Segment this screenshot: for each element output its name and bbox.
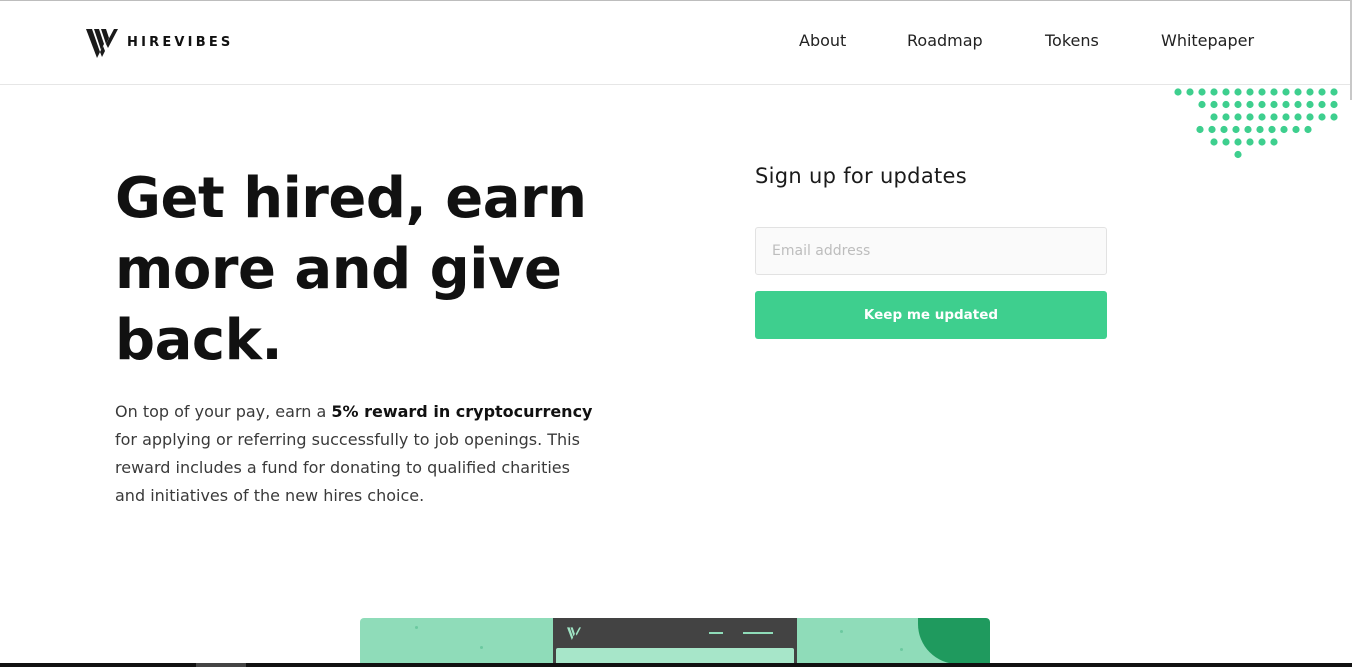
decorative-dot [1270, 113, 1278, 121]
taskbar-item [196, 663, 246, 667]
decorative-dot [1258, 100, 1266, 109]
decorative-dot [1174, 88, 1182, 96]
preview-nav-bar [709, 632, 723, 634]
decorative-dot [1330, 88, 1338, 96]
decorative-dot [1294, 88, 1302, 96]
decorative-dot [1270, 100, 1278, 109]
decorative-dot [1210, 100, 1218, 109]
decorative-dot [1198, 100, 1206, 109]
nav-whitepaper-link[interactable]: Whitepaper [1161, 31, 1254, 50]
decorative-dot [1270, 138, 1278, 146]
preview-green-blob [918, 618, 990, 664]
decorative-dot [1292, 125, 1300, 134]
decorative-dot [1234, 113, 1242, 121]
decorative-dot [1232, 125, 1240, 134]
decorative-dot [1244, 125, 1252, 134]
nav-tokens-link[interactable]: Tokens [1045, 31, 1099, 50]
preview-nav-bar [743, 632, 773, 634]
decorative-dot [1318, 100, 1326, 109]
hero-description: On top of your pay, earn a 5% reward in … [115, 398, 595, 510]
decorative-dot [1256, 125, 1264, 134]
preview-sparkle [900, 648, 903, 651]
decorative-dot [1306, 113, 1314, 121]
hero-title: Get hired, earn more and give back. [115, 166, 587, 373]
hero-description-intro: On top of your pay, earn a [115, 402, 332, 421]
decorative-dot [1210, 138, 1218, 146]
decorative-dot [1258, 88, 1266, 96]
signup-title: Sign up for updates [755, 164, 967, 188]
decorative-dot [1318, 113, 1326, 121]
decorative-dot [1306, 88, 1314, 96]
decorative-dot [1246, 138, 1254, 146]
decorative-dot [1186, 88, 1194, 96]
decorative-dot [1330, 100, 1338, 109]
site-header: HIREVIBES About Roadmap Tokens Whitepape… [0, 1, 1352, 85]
decorative-dot [1234, 150, 1242, 159]
app-preview-image [360, 618, 990, 664]
decorative-dot [1234, 88, 1242, 96]
decorative-dot [1210, 88, 1218, 96]
page: HIREVIBES About Roadmap Tokens Whitepape… [0, 0, 1352, 667]
decorative-dot [1246, 113, 1254, 121]
decorative-dot [1222, 113, 1230, 121]
keep-me-updated-button[interactable]: Keep me updated [755, 291, 1107, 339]
decorative-dot [1246, 88, 1254, 96]
decorative-dot [1234, 138, 1242, 146]
decorative-dot [1210, 113, 1218, 121]
preview-content-area [556, 648, 794, 664]
decorative-dot [1294, 100, 1302, 109]
decorative-dot [1282, 88, 1290, 96]
decorative-dot [1246, 100, 1254, 109]
preview-logo-icon [567, 627, 581, 640]
decorative-dot [1280, 125, 1288, 134]
decorative-dot [1222, 100, 1230, 109]
preview-sparkle [840, 630, 843, 633]
preview-sparkle [415, 626, 418, 629]
decorative-dot [1282, 113, 1290, 121]
preview-sparkle [480, 646, 483, 649]
decorative-dot [1196, 125, 1204, 134]
decorative-dot-pattern [1174, 88, 1338, 159]
decorative-dot [1208, 125, 1216, 134]
decorative-dot [1222, 138, 1230, 146]
main-nav: About Roadmap Tokens Whitepaper [0, 31, 1352, 55]
decorative-dot [1282, 100, 1290, 109]
nav-about-link[interactable]: About [799, 31, 846, 50]
decorative-dot [1258, 113, 1266, 121]
nav-roadmap-link[interactable]: Roadmap [907, 31, 983, 50]
decorative-dot [1270, 88, 1278, 96]
hero-description-rest: for applying or referring successfully t… [115, 430, 580, 505]
preview-app-window [553, 618, 797, 664]
decorative-dot [1306, 100, 1314, 109]
hero-description-highlight: 5% reward in cryptocurrency [331, 402, 593, 421]
decorative-dot [1198, 88, 1206, 96]
decorative-dot [1318, 88, 1326, 96]
decorative-dot [1234, 100, 1242, 109]
email-field[interactable] [755, 227, 1107, 275]
decorative-dot [1304, 125, 1312, 134]
decorative-dot [1330, 113, 1338, 121]
decorative-dot [1222, 88, 1230, 96]
decorative-dot [1258, 138, 1266, 146]
decorative-dot [1220, 125, 1228, 134]
decorative-dot [1294, 113, 1302, 121]
decorative-dot [1268, 125, 1276, 134]
